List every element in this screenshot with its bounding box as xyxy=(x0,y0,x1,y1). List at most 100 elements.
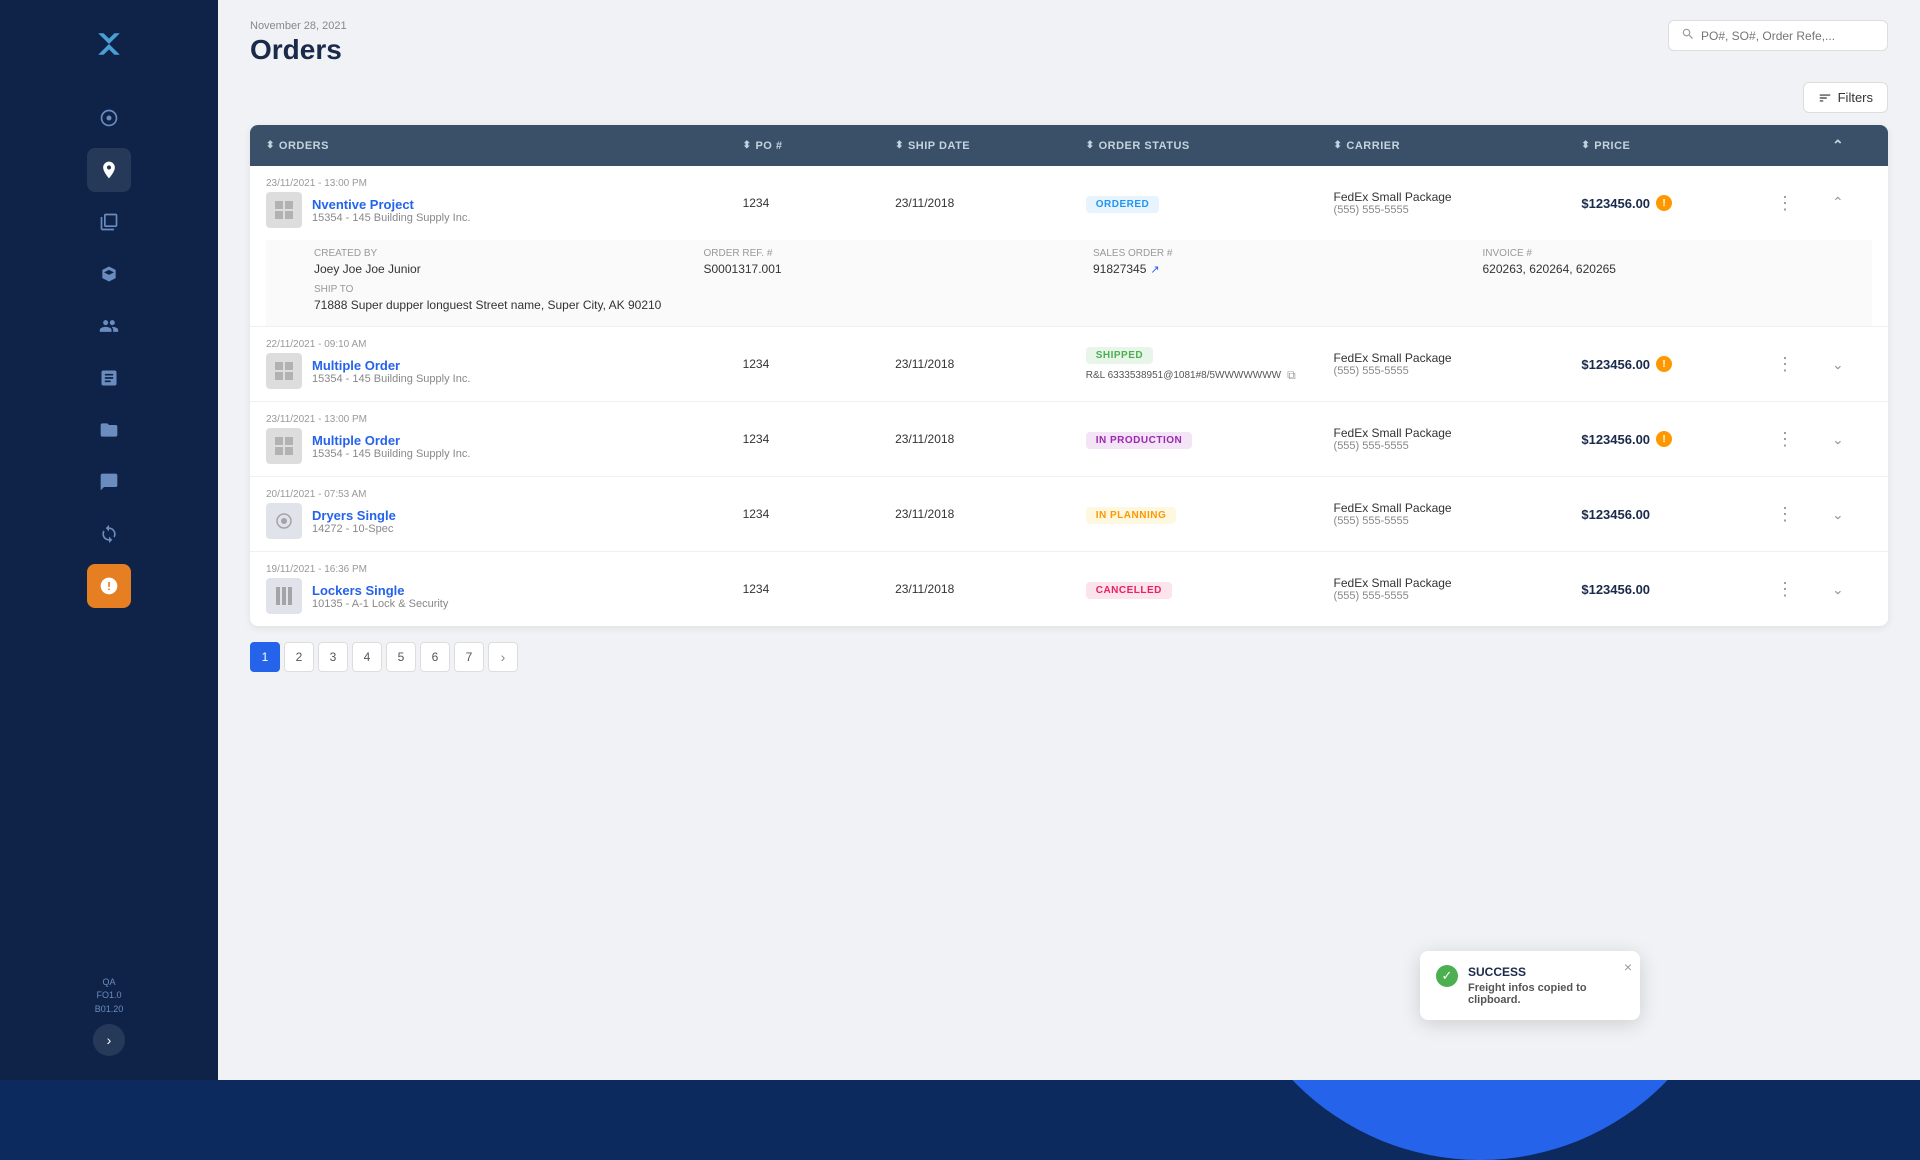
row-thumbnail xyxy=(266,428,302,464)
row-po: 1234 xyxy=(743,507,896,521)
row-menu-button[interactable]: ⋮ xyxy=(1772,191,1798,216)
row-menu-button[interactable]: ⋮ xyxy=(1772,427,1798,452)
price-wrap: $123456.00 xyxy=(1581,582,1772,597)
filters-button[interactable]: Filters xyxy=(1803,82,1888,113)
row-order-name[interactable]: Dryers Single xyxy=(312,508,396,523)
sidebar-item-reports[interactable] xyxy=(87,356,131,400)
page-7-button[interactable]: 7 xyxy=(454,642,484,672)
row-order-sub: 10135 - A-1 Lock & Security xyxy=(312,598,448,610)
copy-tracking-button[interactable]: ⧉ xyxy=(1287,368,1296,383)
row-ship-date: 23/11/2018 xyxy=(895,196,1086,210)
page-2-button[interactable]: 2 xyxy=(284,642,314,672)
sidebar-item-products[interactable] xyxy=(87,252,131,296)
sidebar-expand-button[interactable]: › xyxy=(93,1024,125,1056)
price-value: $123456.00 xyxy=(1581,432,1650,447)
page-header: November 28, 2021 Orders xyxy=(218,0,1920,82)
price-value: $123456.00 xyxy=(1581,196,1650,211)
row-status: SHIPPED R&L 6333538951@1081#8/5WWWWWWW ⧉ xyxy=(1086,345,1334,383)
row-order-name[interactable]: Lockers Single xyxy=(312,583,448,598)
carrier-name: FedEx Small Package xyxy=(1334,501,1582,515)
detail-label: Created By xyxy=(314,248,704,259)
row-thumbnail xyxy=(266,503,302,539)
row-name-wrap: Multiple Order 15354 - 145 Building Supp… xyxy=(266,428,743,464)
row-status: CANCELLED xyxy=(1086,580,1334,599)
search-input[interactable] xyxy=(1701,29,1875,43)
row-actions: ⋮ xyxy=(1772,352,1832,377)
row-menu-button[interactable]: ⋮ xyxy=(1772,577,1798,602)
search-bar[interactable] xyxy=(1668,20,1888,51)
price-warning-icon: ! xyxy=(1656,356,1672,372)
row-actions: ⋮ xyxy=(1772,577,1832,602)
row-name-wrap: Lockers Single 10135 - A-1 Lock & Securi… xyxy=(266,578,743,614)
page-6-button[interactable]: 6 xyxy=(420,642,450,672)
sidebar-item-catalog[interactable] xyxy=(87,200,131,244)
row-actions: ⋮ xyxy=(1772,191,1832,216)
row-main: 22/11/2021 - 09:10 AM Multiple Order 153… xyxy=(266,327,1872,401)
price-value: $123456.00 xyxy=(1581,507,1650,522)
toast-close-button[interactable]: × xyxy=(1624,959,1632,975)
row-datetime: 20/11/2021 - 07:53 AM xyxy=(266,489,743,500)
logo[interactable] xyxy=(89,24,129,64)
row-name-wrap: Nventive Project 15354 - 145 Building Su… xyxy=(266,192,743,228)
collapse-all-icon[interactable]: ⌃ xyxy=(1832,137,1844,154)
tracking-number: R&L 6333538951@1081#8/5WWWWWWW xyxy=(1086,370,1281,381)
sidebar-item-dashboard[interactable] xyxy=(87,96,131,140)
row-menu-button[interactable]: ⋮ xyxy=(1772,502,1798,527)
sidebar-item-sync[interactable] xyxy=(87,512,131,556)
col-order-status[interactable]: ⬍ ORDER STATUS xyxy=(1086,140,1334,152)
page-5-button[interactable]: 5 xyxy=(386,642,416,672)
row-order-name[interactable]: Nventive Project xyxy=(312,197,470,212)
col-po[interactable]: ⬍ PO # xyxy=(743,140,896,152)
sidebar-item-contacts[interactable] xyxy=(87,304,131,348)
page-3-button[interactable]: 3 xyxy=(318,642,348,672)
row-expand-cell: ⌃ xyxy=(1832,194,1872,212)
row-order-cell: 23/11/2021 - 13:00 PM Nventive Project 1… xyxy=(266,178,743,228)
toast-message: Freight infos copied to clipboard. xyxy=(1468,982,1624,1006)
sidebar-item-orders[interactable] xyxy=(87,148,131,192)
row-expand-button[interactable]: ⌃ xyxy=(1832,580,1844,597)
row-order-cell: 19/11/2021 - 16:36 PM Lockers Single 101… xyxy=(266,564,743,614)
sort-status-icon: ⬍ xyxy=(1086,140,1095,151)
row-expand-button[interactable]: ⌃ xyxy=(1832,430,1844,447)
row-expanded-details: Created By Joey Joe Joe Junior Order Ref… xyxy=(266,240,1872,326)
row-order-sub: 15354 - 145 Building Supply Inc. xyxy=(312,448,470,460)
col-carrier[interactable]: ⬍ CARRIER xyxy=(1334,140,1582,152)
carrier-phone: (555) 555-5555 xyxy=(1334,515,1582,527)
row-order-name[interactable]: Multiple Order xyxy=(312,433,470,448)
row-order-name[interactable]: Multiple Order xyxy=(312,358,470,373)
sidebar-item-files[interactable] xyxy=(87,408,131,452)
col-ship-date[interactable]: ⬍ SHIP DATE xyxy=(895,140,1086,152)
row-expand-button[interactable]: ⌃ xyxy=(1832,355,1844,372)
toast-content: SUCCESS Freight infos copied to clipboar… xyxy=(1468,965,1624,1006)
header-left: November 28, 2021 Orders xyxy=(250,20,347,66)
row-order-cell: 20/11/2021 - 07:53 AM Dryers Single 1427… xyxy=(266,489,743,539)
row-expand-button[interactable]: ⌃ xyxy=(1832,505,1844,522)
row-carrier: FedEx Small Package (555) 555-5555 xyxy=(1334,190,1582,216)
sidebar-item-messages[interactable] xyxy=(87,460,131,504)
row-price: $123456.00 ! xyxy=(1581,356,1772,372)
external-link-icon[interactable]: ↗ xyxy=(1150,263,1159,276)
col-orders[interactable]: ⬍ ORDERS xyxy=(266,140,743,152)
sidebar-bottom: QA FO1.0 B01.20 › xyxy=(93,976,125,1081)
row-thumbnail xyxy=(266,192,302,228)
row-datetime: 22/11/2021 - 09:10 AM xyxy=(266,339,743,350)
sort-carrier-icon: ⬍ xyxy=(1334,140,1343,151)
detail-order-ref: Order Ref. # S0001317.001 xyxy=(704,248,1094,276)
next-page-button[interactable]: › xyxy=(488,642,518,672)
detail-value: Joey Joe Joe Junior xyxy=(314,262,704,276)
user-info: QA FO1.0 B01.20 xyxy=(95,976,124,1017)
row-actions: ⋮ xyxy=(1772,502,1832,527)
col-price[interactable]: ⬍ PRICE xyxy=(1581,140,1772,152)
row-collapse-button[interactable]: ⌃ xyxy=(1832,194,1844,210)
sort-ship-date-icon: ⬍ xyxy=(895,140,904,151)
row-actions: ⋮ xyxy=(1772,427,1832,452)
page-1-button[interactable]: 1 xyxy=(250,642,280,672)
row-name-wrap: Multiple Order 15354 - 145 Building Supp… xyxy=(266,353,743,389)
page-4-button[interactable]: 4 xyxy=(352,642,382,672)
row-menu-button[interactable]: ⋮ xyxy=(1772,352,1798,377)
status-badge: IN PLANNING xyxy=(1086,507,1177,524)
table-row: 22/11/2021 - 09:10 AM Multiple Order 153… xyxy=(250,327,1888,402)
row-main: 23/11/2021 - 13:00 PM Multiple Order 153… xyxy=(266,402,1872,476)
sidebar-item-alert[interactable] xyxy=(87,564,131,608)
row-status: IN PLANNING xyxy=(1086,505,1334,524)
